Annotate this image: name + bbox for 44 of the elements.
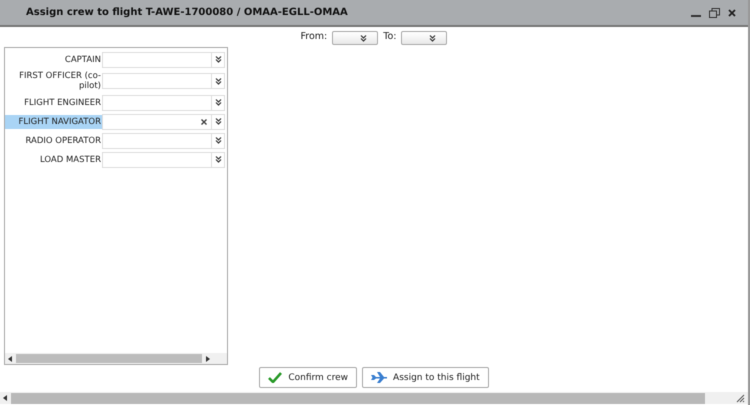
confirm-button[interactable]: Confirm crew	[259, 367, 358, 388]
date-dropdown[interactable]	[401, 31, 448, 46]
date-dropdown[interactable]	[332, 31, 378, 46]
scrollbar-thumb[interactable]	[16, 354, 202, 364]
role-label[interactable]: FIRST OFFICER (co-pilot)	[5, 69, 102, 94]
role-label[interactable]: CAPTAIN	[5, 52, 102, 67]
role-label[interactable]: FLIGHT NAVIGATOR	[5, 114, 102, 129]
dropdown-button[interactable]	[212, 132, 225, 149]
double-chevron-icon	[214, 56, 222, 64]
resize-grip-icon[interactable]	[736, 394, 745, 403]
dropdown-button[interactable]	[212, 73, 225, 90]
role-label[interactable]: FLIGHT ENGINEER	[5, 96, 102, 110]
left-arrow-icon[interactable]	[3, 395, 8, 402]
crew-input-field[interactable]	[102, 132, 212, 149]
crew-input-field[interactable]	[102, 94, 212, 111]
restore-icon[interactable]	[709, 8, 720, 18]
crew-input-field[interactable]	[102, 114, 212, 130]
double-chevron-icon	[214, 78, 222, 85]
close-icon[interactable]	[728, 8, 736, 17]
crew-input-field[interactable]	[102, 52, 212, 68]
double-chevron-icon	[360, 34, 368, 42]
right-arrow-icon[interactable]	[205, 356, 210, 362]
dropdown-button[interactable]	[212, 114, 225, 130]
role-label[interactable]: RADIO OPERATOR	[5, 134, 102, 148]
clear-icon[interactable]	[201, 118, 207, 125]
dropdown-button[interactable]	[212, 94, 225, 111]
double-chevron-icon	[214, 118, 222, 126]
assign-button[interactable]: Assign to this flight	[362, 367, 489, 388]
window-title: Assign crew to flight T-AWE-1700080 / OMAA-EGLL-OMAA	[26, 7, 349, 18]
dropdown-button[interactable]	[212, 152, 225, 168]
double-chevron-icon	[214, 137, 222, 144]
double-chevron-icon	[214, 156, 222, 164]
role-label[interactable]: LOAD MASTER	[5, 152, 102, 167]
filter-label: From:	[300, 30, 328, 42]
double-chevron-icon	[429, 34, 436, 42]
crew-input-field[interactable]	[102, 73, 212, 90]
double-chevron-icon	[214, 99, 222, 106]
airplane-icon	[371, 372, 388, 384]
filter-label: To:	[383, 30, 396, 42]
checkmark-icon	[268, 372, 282, 384]
dropdown-button[interactable]	[212, 52, 225, 68]
left-arrow-icon[interactable]	[8, 356, 13, 362]
crew-input-field[interactable]	[102, 152, 212, 168]
horizontal-scrollbar[interactable]	[5, 353, 227, 364]
